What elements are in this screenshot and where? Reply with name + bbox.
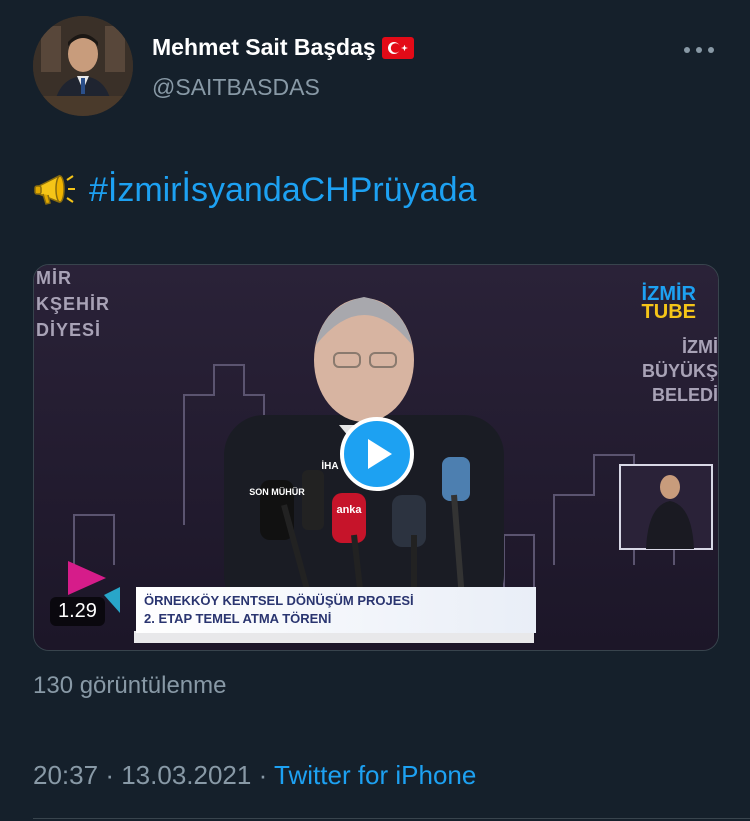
izmir-tube-logo: İZMİR TUBE <box>641 283 696 323</box>
video-watermark-left: MİR KŞEHİR DİYESİ <box>36 268 111 340</box>
mic-label: İHA <box>321 459 338 472</box>
tweet-source-link[interactable]: Twitter for iPhone <box>274 760 476 790</box>
mic-label: SON MÜHÜR <box>249 487 305 497</box>
caption-line-1: ÖRNEKKÖY KENTSEL DÖNÜŞÜM PROJESİ <box>144 593 414 608</box>
more-options-icon[interactable] <box>684 40 714 60</box>
tweet-time[interactable]: 20:37 <box>33 760 98 790</box>
play-button[interactable] <box>340 417 414 491</box>
tweet-text: #İzmirİsyandaCHPrüyada <box>33 170 476 210</box>
avatar-photo <box>33 16 133 116</box>
meta-separator: · <box>105 760 114 790</box>
tweet-meta: 20:37 · 13.03.2021 · Twitter for iPhone <box>33 760 476 791</box>
video-duration-badge: 1.29 <box>50 597 105 626</box>
author-display-name[interactable]: Mehmet Sait Başdaş <box>152 34 414 61</box>
meta-separator: · <box>258 760 268 790</box>
tweet: Mehmet Sait Başdaş @SAITBASDAS #İzmirİsy… <box>0 0 750 821</box>
video-watermark-right: İZMİ BÜYÜKŞ BELEDİ <box>641 337 718 405</box>
turkey-flag-icon <box>381 36 414 59</box>
view-count: 130 görüntülenme <box>33 672 227 699</box>
avatar[interactable] <box>33 16 133 116</box>
author-handle[interactable]: @SAITBASDAS <box>152 74 320 101</box>
mic-label: anka <box>336 504 362 516</box>
caption-line-2: 2. ETAP TEMEL ATMA TÖRENİ <box>144 611 332 626</box>
divider <box>33 818 750 819</box>
hashtag-link[interactable]: #İzmirİsyandaCHPrüyada <box>89 171 476 210</box>
play-icon <box>368 439 392 469</box>
author-name-text: Mehmet Sait Başdaş <box>152 34 376 60</box>
megaphone-icon <box>33 170 77 210</box>
video-caption: ÖRNEKKÖY KENTSEL DÖNÜŞÜM PROJESİ 2. ETAP… <box>136 587 536 633</box>
video-player[interactable]: SON MÜHÜR anka İHA MİR KŞEHİR DİYESİ İZM… <box>33 264 719 651</box>
tweet-date[interactable]: 13.03.2021 <box>121 760 251 790</box>
